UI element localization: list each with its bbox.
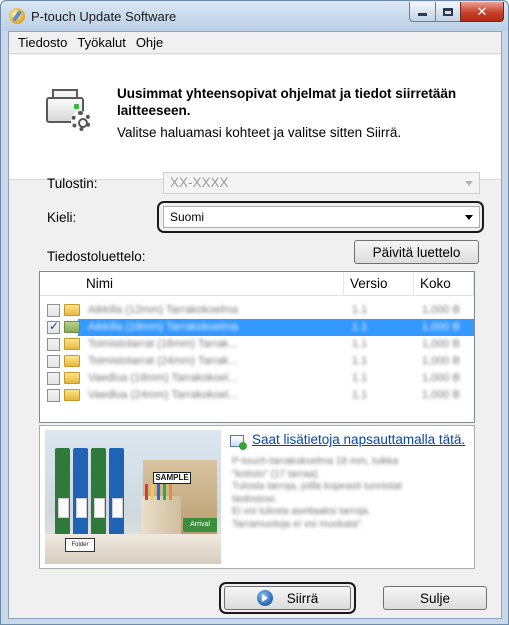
info-panel: SAMPLE Arrival Folder Saat lisätietoja n… xyxy=(39,425,475,569)
column-size[interactable]: Koko xyxy=(414,272,474,296)
close-window-button[interactable]: ✕ xyxy=(460,2,504,22)
photo-green-tag: Arrival xyxy=(183,518,217,532)
row-name: Aikkilla (12mm) Tarrakokoelma xyxy=(88,304,239,316)
file-list-row[interactable]: Toimistotarrat (24mm) Tarrak... 1.1 1,000 … xyxy=(40,353,474,370)
window-title: P-touch Update Software xyxy=(31,9,177,24)
row-checkbox[interactable] xyxy=(47,389,60,402)
row-name: Aikkilla (18mm) Tarrakokoelma xyxy=(88,321,239,333)
maximize-icon xyxy=(443,7,453,16)
row-version: 1.1 xyxy=(352,389,368,401)
photo-label-tape: SAMPLE xyxy=(153,472,191,484)
row-checkbox[interactable] xyxy=(47,372,60,385)
more-info-link[interactable]: Saat lisätietoja napsauttamalla tätä. xyxy=(252,432,465,447)
menu-bar: Tiedosto Työkalut Ohje xyxy=(9,32,501,54)
row-version: 1.1 xyxy=(352,338,368,350)
file-list-row[interactable]: Aikkilla (18mm) Tarrakokoelma 1.1 1,000 B xyxy=(40,319,474,336)
refresh-list-button[interactable]: Päivitä luettelo xyxy=(354,240,479,264)
row-size: 1,000 B xyxy=(422,389,460,401)
row-name: Toimistotarrat (18mm) Tarrak... xyxy=(88,338,238,350)
file-list-label: Tiedostoluettelo: xyxy=(47,249,146,264)
info-line: tiedostosi. xyxy=(232,493,278,505)
title-bar[interactable]: P-touch Update Software ✕ xyxy=(1,1,508,31)
folder-icon xyxy=(64,372,80,384)
row-checkbox[interactable] xyxy=(47,304,60,317)
language-select-value: Suomi xyxy=(170,210,205,224)
row-version: 1.1 xyxy=(352,355,368,367)
folder-icon xyxy=(64,355,80,367)
chevron-down-icon xyxy=(465,215,473,220)
header-panel: Uusimmat yhteensopivat ohjelmat ja tiedo… xyxy=(9,55,501,180)
row-size: 1,000 B xyxy=(422,355,460,367)
close-button[interactable]: Sulje xyxy=(383,586,487,610)
menu-tools[interactable]: Työkalut xyxy=(72,32,130,54)
row-size: 1,000 B xyxy=(422,321,460,333)
info-line: "kotisto" (17 tarraa). xyxy=(232,468,321,480)
row-version: 1.1 xyxy=(352,304,368,316)
minimize-button[interactable] xyxy=(409,2,436,22)
printer-gear-icon xyxy=(46,87,91,131)
folder-icon xyxy=(64,389,80,401)
folder-icon xyxy=(64,304,80,316)
file-list[interactable]: Nimi Versio Koko Aikkilla (12mm) Tarrako… xyxy=(39,271,475,423)
printer-select[interactable]: XX-XXXX xyxy=(163,172,480,194)
row-name: Toimistotarrat (24mm) Tarrak... xyxy=(88,355,238,367)
row-version: 1.1 xyxy=(352,321,368,333)
info-line: Ei voi tulosta asettaaksi tarroja. xyxy=(232,506,371,517)
close-icon: ✕ xyxy=(476,3,488,19)
row-version: 1.1 xyxy=(352,372,368,384)
transfer-button[interactable]: Siirrä xyxy=(224,586,351,610)
row-name: Vaedlua (24mm) Tarrakokoel... xyxy=(88,389,238,401)
header-instruction: Valitse haluamasi kohteet ja valitse sit… xyxy=(117,125,402,140)
column-name[interactable]: Nimi xyxy=(80,272,344,296)
language-select[interactable]: Suomi xyxy=(163,206,480,228)
file-list-row[interactable]: Vaedlua (24mm) Tarrakokoel... 1.1 1,000 B xyxy=(40,387,474,404)
language-label: Kieli: xyxy=(47,210,77,225)
transfer-button-label: Siirrä xyxy=(286,590,319,606)
product-photo: SAMPLE Arrival Folder xyxy=(45,430,221,564)
file-list-row[interactable]: Toimistotarrat (18mm) Tarrak... 1.1 1,000 … xyxy=(40,336,474,353)
file-list-row[interactable]: Vaedlua (18mm) Tarrakokoel... 1.1 1,000 B xyxy=(40,370,474,387)
info-description: P-touch-tarrakokoelma 18 mm, tuikka "kot… xyxy=(232,456,468,531)
menu-file[interactable]: Tiedosto xyxy=(13,32,72,54)
printer-select-value: XX-XXXX xyxy=(170,175,229,190)
folder-icon xyxy=(64,321,80,333)
row-checkbox[interactable] xyxy=(47,319,60,334)
file-list-header: Nimi Versio Koko xyxy=(40,272,474,296)
maximize-button[interactable] xyxy=(435,2,461,22)
header-title: Uusimmat yhteensopivat ohjelmat ja tiedo… xyxy=(117,86,457,118)
row-size: 1,000 B xyxy=(422,304,460,316)
row-size: 1,000 B xyxy=(422,338,460,350)
row-size: 1,000 B xyxy=(422,372,460,384)
minimize-icon xyxy=(418,13,427,16)
info-line: P-touch-tarrakokoelma 18 mm, tuikka xyxy=(232,456,399,467)
chevron-down-icon xyxy=(465,181,473,186)
info-link-icon xyxy=(230,435,247,450)
file-list-row[interactable]: Aikkilla (12mm) Tarrakokoelma 1.1 1,000 B xyxy=(40,302,474,319)
photo-white-tag: Folder xyxy=(65,538,95,552)
printer-label: Tulostin: xyxy=(47,176,98,191)
row-checkbox[interactable] xyxy=(47,355,60,368)
row-checkbox[interactable] xyxy=(47,338,60,351)
arrow-right-circle-icon xyxy=(256,590,273,606)
info-line: Tulosta tarroja, joilla kopeasti tunnist… xyxy=(232,481,402,492)
column-version[interactable]: Versio xyxy=(344,272,414,296)
info-line: Tarramuotoja ei voi muokata". xyxy=(232,518,364,530)
menu-help[interactable]: Ohje xyxy=(131,32,168,54)
folder-icon xyxy=(64,338,80,350)
row-name: Vaedlua (18mm) Tarrakokoel... xyxy=(88,372,238,384)
app-icon xyxy=(9,8,25,24)
